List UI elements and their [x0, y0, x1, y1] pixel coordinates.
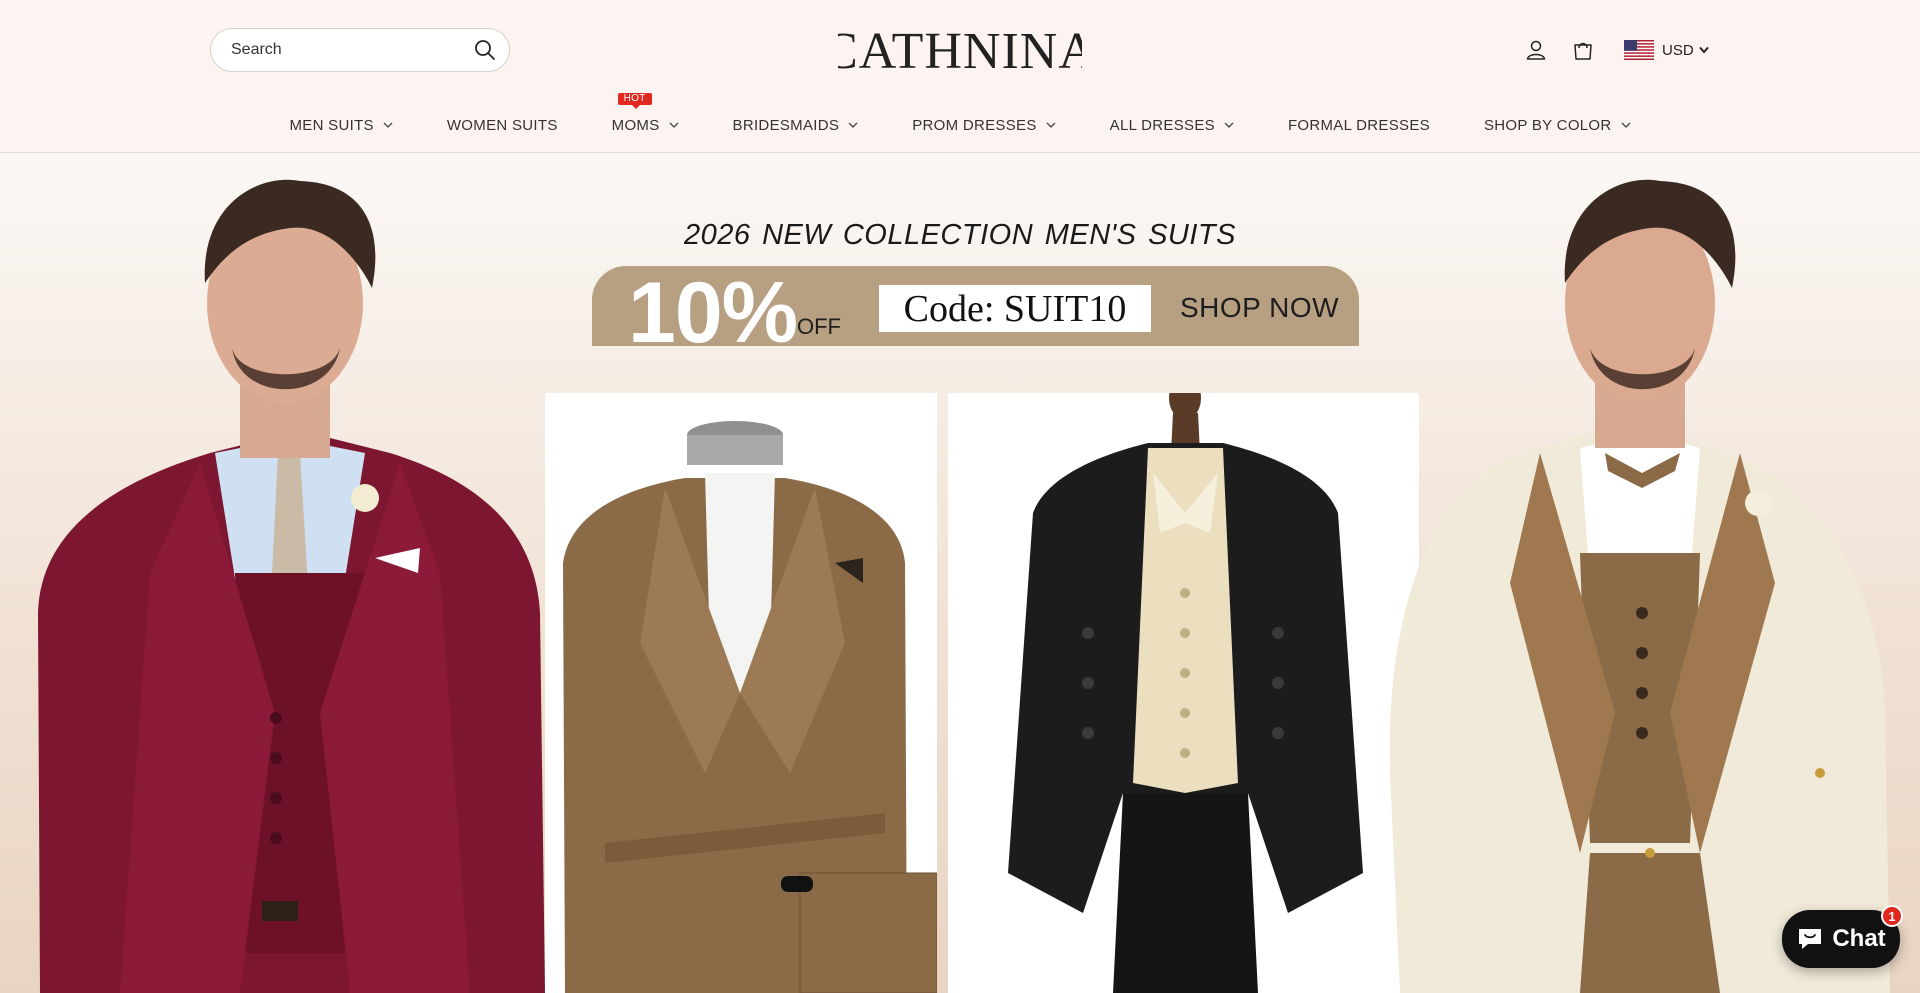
search-icon: [475, 40, 495, 60]
nav-label: FORMAL DRESSES: [1287, 116, 1430, 134]
us-flag-icon: [1624, 40, 1654, 60]
caret-down-icon: [1698, 46, 1709, 54]
shop-now-button[interactable]: SHOP NOW: [1180, 292, 1339, 324]
currency-selector[interactable]: USD: [1624, 40, 1709, 60]
nav-item-moms[interactable]: HOT MOMS: [611, 92, 679, 134]
chevron-down-icon: [1224, 122, 1234, 128]
nav-label: WOMEN SUITS: [446, 116, 558, 134]
search-input[interactable]: [231, 41, 451, 59]
nav-label: PROM DRESSES: [912, 116, 1037, 134]
nav-label: MOMS: [611, 116, 660, 134]
logo-text: CATHNINA: [838, 23, 1082, 80]
nav-item-bridesmaids[interactable]: BRIDESMAIDS: [733, 117, 859, 134]
search-button[interactable]: [473, 39, 497, 63]
nav-item-all-dresses[interactable]: ALL DRESSES: [1110, 117, 1234, 134]
nav-label: BRIDESMAIDS: [732, 116, 840, 134]
site-header: CATHNINA USD MEN SUITS WOMEN SUITS HOT: [0, 0, 1920, 153]
nav-item-prom-dresses[interactable]: PROM DRESSES: [912, 116, 1056, 134]
chevron-down-icon: [1046, 122, 1056, 128]
model-burgundy-suit-image: [38, 179, 545, 993]
black-tailcoat-image: [1008, 393, 1363, 993]
header-actions: USD: [1520, 34, 1709, 66]
chevron-down-icon: [669, 122, 678, 128]
chevron-down-icon: [848, 122, 858, 128]
promo-code: Code: SUIT10: [879, 285, 1151, 332]
account-icon: [1526, 40, 1546, 60]
nav-item-women-suits[interactable]: WOMEN SUITS: [447, 117, 558, 134]
nav-label: ALL DRESSES: [1109, 116, 1215, 134]
search-bar: [210, 28, 510, 72]
hero-banner[interactable]: 2026 NEW COLLECTION MEN'S SUITS 10% OFF …: [0, 153, 1920, 993]
chat-label: Chat: [1832, 925, 1886, 952]
model-cream-jacket-image: [1389, 179, 1890, 993]
currency-label: USD: [1662, 41, 1694, 59]
chevron-down-icon: [1621, 122, 1630, 128]
nav-item-formal-dresses[interactable]: FORMAL DRESSES: [1288, 117, 1430, 134]
nav-item-shop-by-color[interactable]: SHOP BY COLOR: [1484, 117, 1631, 134]
product-panel-black-tailcoat[interactable]: [948, 393, 1419, 993]
promo-discount: 10%: [628, 265, 798, 361]
main-nav: MEN SUITS WOMEN SUITS HOT MOMS BRIDESMAI…: [0, 92, 1920, 142]
promo-band[interactable]: 10% OFF Code: SUIT10 SHOP NOW: [592, 265, 1359, 361]
nav-label: SHOP BY COLOR: [1483, 116, 1612, 134]
site-logo[interactable]: CATHNINA: [838, 16, 1082, 82]
hot-badge: HOT: [617, 92, 652, 109]
product-panel-brown-suit[interactable]: [545, 393, 937, 993]
nav-item-men-suits[interactable]: MEN SUITS: [289, 116, 393, 134]
account-button[interactable]: [1520, 34, 1552, 66]
promo-off-label: OFF: [797, 314, 841, 339]
chat-bubble-icon: [1799, 929, 1822, 949]
cart-button[interactable]: [1567, 34, 1599, 66]
brown-suit-image: [563, 421, 937, 993]
nav-label: MEN SUITS: [289, 116, 374, 134]
chat-unread-badge: 1: [1881, 905, 1903, 927]
chevron-down-icon: [383, 122, 393, 128]
cart-icon: [1574, 42, 1592, 60]
